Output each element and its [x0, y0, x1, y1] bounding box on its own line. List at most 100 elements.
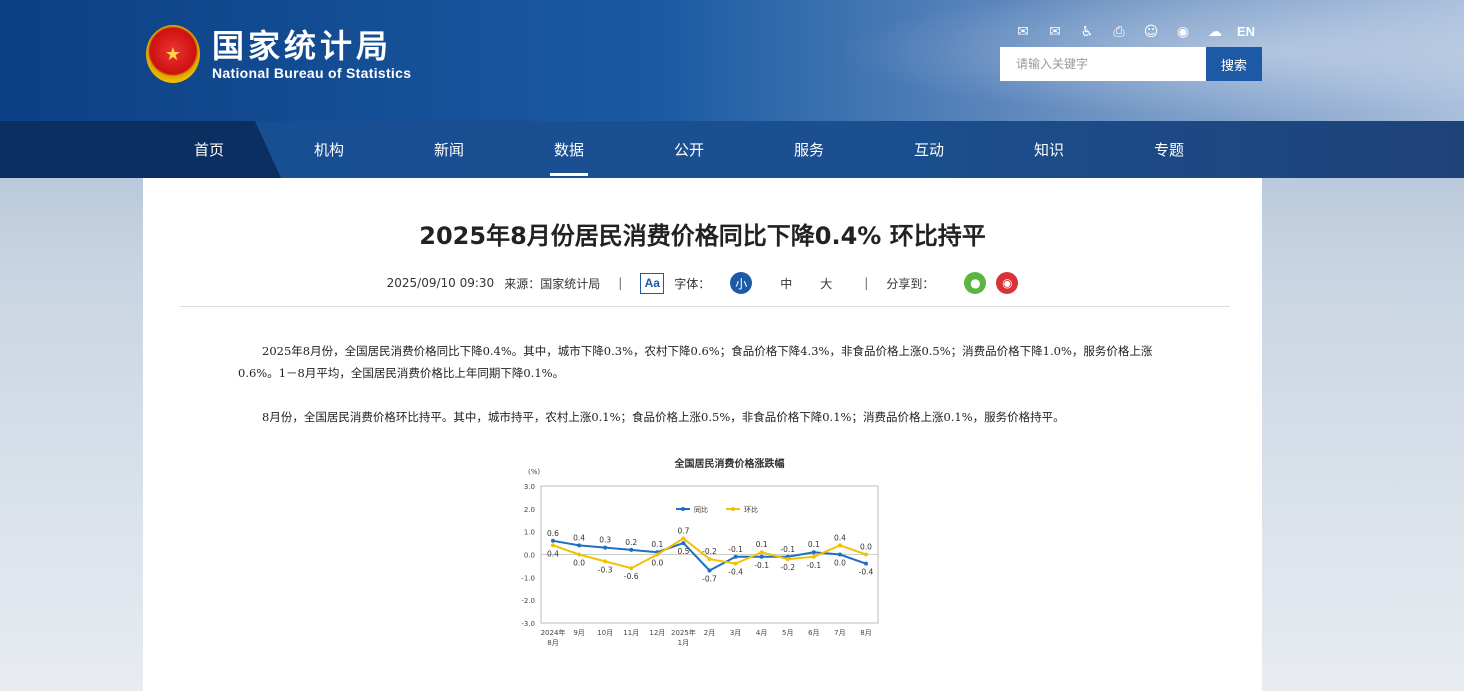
data-point [759, 554, 764, 559]
cpi-line-chart: 全国居民消费价格涨跌幅 (%) 3.0 2.0 1.0 0.0 -1.0 -2.0 -3.0 20… [521, 457, 879, 647]
data-point [577, 552, 582, 557]
data-label: -0.1 [780, 545, 795, 554]
article-source: 来源：国家统计局 [504, 276, 601, 291]
article-title: 2025年8月份居民消费价格同比下降0.4% 环比持平 [419, 222, 986, 250]
nav-item-data[interactable]: 数据 [509, 121, 629, 178]
data-point [577, 543, 582, 548]
publish-date: 2025/09/10 09:30 [386, 276, 495, 290]
data-label: 0.0 [573, 559, 585, 568]
data-label: 0.4 [547, 549, 559, 558]
data-label: 0.2 [625, 538, 637, 547]
x-tick-label: 12月 [649, 629, 665, 637]
data-label: 0.0 [834, 559, 846, 568]
font-size-medium-button[interactable]: 中 [780, 275, 792, 292]
site-logo[interactable]: ★ 国家统计局 National Bureau of Statistics [146, 25, 411, 83]
data-point [551, 538, 555, 543]
y-tick-label: -3.0 [521, 620, 535, 628]
data-label: -0.4 [859, 568, 874, 577]
x-tick-label: 1月 [678, 639, 689, 647]
mail-icon[interactable]: ✉ [1013, 24, 1033, 40]
x-tick-label: 2024年 [541, 628, 566, 637]
y-tick-label: 3.0 [524, 483, 535, 491]
accessibility-icon[interactable]: ♿ [1077, 24, 1097, 40]
data-label: -0.4 [728, 568, 743, 577]
font-toggle-button[interactable]: Aa [640, 272, 665, 294]
font-size-large-button[interactable]: 大 [820, 275, 832, 292]
data-label: 0.0 [651, 559, 663, 568]
x-tick-label: 7月 [834, 629, 845, 637]
data-point [655, 552, 660, 557]
x-tick-label: 8月 [860, 629, 871, 637]
legend-marker [681, 507, 685, 511]
data-point [681, 541, 686, 546]
y-tick-label: -2.0 [521, 597, 535, 605]
nav-item-home[interactable]: 首页 [149, 121, 269, 178]
data-label: 0.7 [677, 527, 689, 536]
data-point [864, 552, 868, 557]
x-tick-label: 9月 [573, 629, 584, 637]
font-size-small-button[interactable]: 小 [730, 272, 753, 294]
y-tick-label: -1.0 [521, 574, 535, 582]
logo-english-name: National Bureau of Statistics [212, 65, 412, 81]
national-emblem-icon: ★ [146, 25, 200, 83]
share-label: 分享到： [886, 276, 935, 291]
meta-divider [180, 306, 1230, 307]
data-label: 0.4 [573, 533, 585, 542]
search-button[interactable]: 搜索 [1206, 47, 1262, 81]
logo-chinese-name: 国家统计局 [212, 27, 393, 65]
y-axis-label: (%) [528, 468, 540, 476]
data-point [681, 536, 686, 541]
nav-item-disclosure[interactable]: 公开 [629, 121, 749, 178]
site-header: ★ 国家统计局 National Bureau of Statistics ✉ … [0, 0, 1464, 129]
x-tick-label: 2月 [704, 629, 715, 637]
y-tick-label: 1.0 [524, 529, 535, 537]
nav-item-services[interactable]: 服务 [749, 121, 869, 178]
share-weibo-icon[interactable]: ◉ [996, 272, 1019, 294]
data-point [733, 561, 738, 566]
mailbox-icon[interactable]: ✉ [1045, 24, 1065, 40]
data-point [603, 545, 608, 550]
data-label: 0.5 [677, 547, 689, 556]
data-label: -0.2 [780, 563, 795, 572]
nav-item-knowledge[interactable]: 知识 [989, 121, 1109, 178]
print-icon[interactable]: ⎙ [1109, 24, 1129, 40]
english-link[interactable]: EN [1237, 24, 1255, 40]
data-label: -0.3 [598, 565, 613, 574]
cpi-chart: 全国居民消费价格涨跌幅 (%) 3.0 2.0 1.0 0.0 -1.0 -2.0 -3.0 20… [513, 453, 893, 663]
data-point [551, 543, 555, 548]
x-tick-label: 6月 [808, 629, 819, 637]
data-point [707, 557, 712, 562]
data-label: -0.7 [702, 574, 717, 583]
data-point [629, 547, 634, 552]
robot-icon[interactable]: ☺ [1141, 24, 1161, 40]
data-point [864, 561, 868, 566]
x-tick-label: 5月 [782, 629, 793, 637]
data-point [603, 559, 608, 564]
data-label: -0.1 [807, 561, 822, 570]
data-point [759, 550, 764, 555]
data-label: 0.1 [651, 540, 663, 549]
x-tick-label: 11月 [623, 629, 639, 637]
search-bar: 搜索 [1000, 47, 1262, 81]
top-utility-bar: ✉ ✉ ♿ ⎙ ☺ ◉ ☁ EN [1013, 24, 1255, 40]
x-tick-label: 3月 [730, 629, 741, 637]
chart-title: 全国居民消费价格涨跌幅 [674, 457, 785, 470]
data-label: 0.1 [808, 540, 820, 549]
data-label: 0.0 [860, 543, 872, 552]
nav-item-topics[interactable]: 专题 [1109, 121, 1229, 178]
legend-label: 环比 [744, 505, 758, 514]
x-tick-label: 10月 [597, 629, 613, 637]
data-point [811, 554, 816, 559]
share-wechat-icon[interactable]: ● [964, 272, 987, 294]
y-tick-label: 2.0 [524, 506, 535, 514]
wechat-icon[interactable]: ☁ [1205, 24, 1225, 40]
nav-item-interaction[interactable]: 互动 [869, 121, 989, 178]
y-tick-label: 0.0 [524, 552, 535, 560]
article-paragraph-1: 2025年8月份，全国居民消费价格同比下降0.4%。其中，城市下降0.3%，农村… [238, 344, 1153, 380]
data-label: -0.6 [624, 572, 639, 581]
nav-item-news[interactable]: 新闻 [389, 121, 509, 178]
legend-label: 同比 [694, 505, 708, 514]
weibo-icon[interactable]: ◉ [1173, 24, 1193, 40]
search-input[interactable] [1000, 47, 1206, 81]
nav-item-organization[interactable]: 机构 [269, 121, 389, 178]
